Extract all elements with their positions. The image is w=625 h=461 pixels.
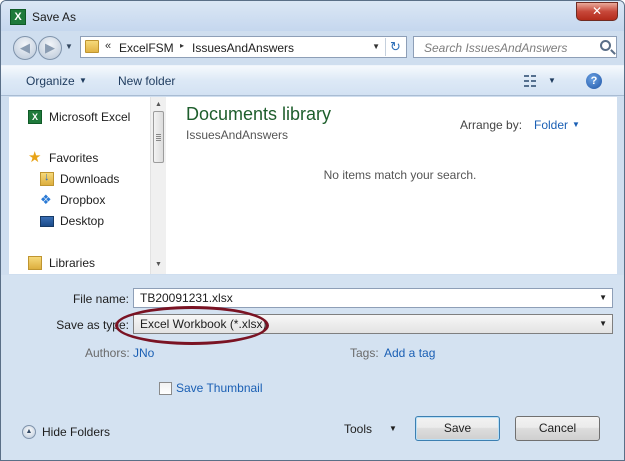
scroll-down-arrow[interactable]: ▼ [155, 261, 162, 268]
sidebar-item-label: Desktop [60, 214, 105, 228]
star-icon: ★ [28, 149, 42, 166]
empty-message: No items match your search. [323, 168, 477, 182]
file-name-field[interactable]: TB20091231.xlsx ▼ [133, 288, 613, 308]
sidebar-item-label: Favorites [49, 151, 99, 165]
search-icon [600, 40, 611, 51]
tags-field[interactable]: Add a tag [384, 346, 435, 360]
scroll-grip [156, 134, 161, 141]
dropbox-icon: ❖ [40, 192, 52, 207]
excel-icon: X [28, 110, 42, 124]
scroll-thumb[interactable] [153, 111, 164, 163]
file-list-pane[interactable]: Documents library IssuesAndAnswers Arran… [166, 97, 617, 274]
save-as-type-label: Save as type: [56, 318, 129, 332]
arrange-by-label: Arrange by: [460, 118, 523, 132]
file-name-label: File name: [72, 292, 129, 306]
help-icon[interactable]: ? [586, 73, 602, 89]
organize-button[interactable]: Organize [26, 74, 75, 88]
close-button[interactable]: ✕ [576, 2, 618, 21]
address-bar[interactable]: « ExcelFSM ▸ IssuesAndAnswers ▼ ↻ [80, 36, 407, 58]
command-bar: Organize ▼ New folder ▼ ? [1, 65, 624, 96]
libraries-icon [28, 256, 42, 270]
chevron-down-icon[interactable]: ▼ [599, 293, 607, 302]
window-title: Save As [32, 10, 77, 24]
collapse-arrow-icon[interactable]: ▲ [22, 425, 36, 439]
breadcrumb-overflow[interactable]: « [105, 40, 111, 52]
breadcrumb-item[interactable]: ExcelFSM [119, 41, 174, 55]
authors-label: Authors: [85, 346, 130, 360]
sidebar-item-desktop[interactable]: Desktop [9, 211, 149, 231]
library-title: Documents library [186, 104, 332, 124]
authors-field[interactable]: JNo [133, 346, 154, 360]
sidebar-item-label: Downloads [60, 172, 120, 186]
new-folder-button[interactable]: New folder [118, 74, 175, 88]
save-thumbnail-label[interactable]: Save Thumbnail [176, 381, 263, 395]
sidebar-item-favorites[interactable]: ★ Favorites [9, 148, 149, 168]
breadcrumb-separator[interactable]: ▸ [180, 41, 184, 50]
tags-label: Tags: [350, 346, 379, 360]
save-as-dialog: X Save As ✕ ◀ ▶ ▼ « ExcelFSM ▸ IssuesAnd… [0, 0, 625, 461]
hide-folders-button[interactable]: Hide Folders [42, 425, 110, 439]
library-subtitle: IssuesAndAnswers [186, 128, 289, 142]
excel-app-icon: X [10, 9, 26, 25]
chevron-down-icon[interactable]: ▼ [599, 319, 607, 328]
search-input[interactable]: Search IssuesAndAnswers [413, 36, 617, 58]
arrange-by-dropdown[interactable]: Folder [534, 118, 568, 132]
downloads-folder-icon [40, 171, 54, 186]
scroll-up-arrow[interactable]: ▲ [155, 101, 162, 108]
title-bar: X Save As ✕ [1, 1, 624, 31]
breadcrumb-item[interactable]: IssuesAndAnswers [192, 41, 294, 55]
file-name-value: TB20091231.xlsx [140, 291, 233, 305]
save-thumbnail-checkbox[interactable] [159, 382, 172, 395]
save-as-type-select[interactable]: Excel Workbook (*.xlsx) ▼ [133, 314, 613, 334]
forward-button[interactable]: ▶ [38, 36, 62, 60]
sidebar-item-label: Dropbox [60, 193, 106, 207]
sidebar-item-downloads[interactable]: Downloads [9, 169, 149, 189]
search-placeholder: Search IssuesAndAnswers [424, 41, 568, 55]
sidebar-item-dropbox[interactable]: ❖ Dropbox [9, 190, 149, 210]
save-as-type-value: Excel Workbook (*.xlsx) [140, 317, 267, 331]
cancel-button[interactable]: Cancel [515, 416, 600, 441]
sidebar-item-label: Microsoft Excel [49, 110, 131, 124]
chevron-down-icon[interactable]: ▼ [548, 76, 556, 85]
address-dropdown-arrow[interactable]: ▼ [372, 42, 380, 51]
sidebar-item-libraries[interactable]: Libraries [9, 253, 149, 273]
view-options-icon[interactable] [524, 75, 536, 87]
navigation-pane: X Microsoft Excel ★ Favorites Downloads … [9, 97, 166, 274]
tools-button[interactable]: Tools [344, 422, 372, 436]
recent-pages-dropdown[interactable]: ▼ [65, 42, 73, 51]
folder-icon [85, 40, 99, 53]
desktop-icon [40, 216, 54, 227]
save-button[interactable]: Save [415, 416, 500, 441]
chevron-down-icon[interactable]: ▼ [389, 424, 397, 433]
sidebar-item-microsoft-excel[interactable]: X Microsoft Excel [9, 107, 149, 127]
navigation-scrollbar[interactable]: ▲ ▼ [150, 97, 166, 274]
chevron-down-icon[interactable]: ▼ [79, 76, 87, 85]
sidebar-item-label: Libraries [49, 256, 96, 270]
refresh-button[interactable]: ↻ [385, 38, 405, 56]
back-button[interactable]: ◀ [13, 36, 37, 60]
chevron-down-icon[interactable]: ▼ [572, 120, 580, 129]
